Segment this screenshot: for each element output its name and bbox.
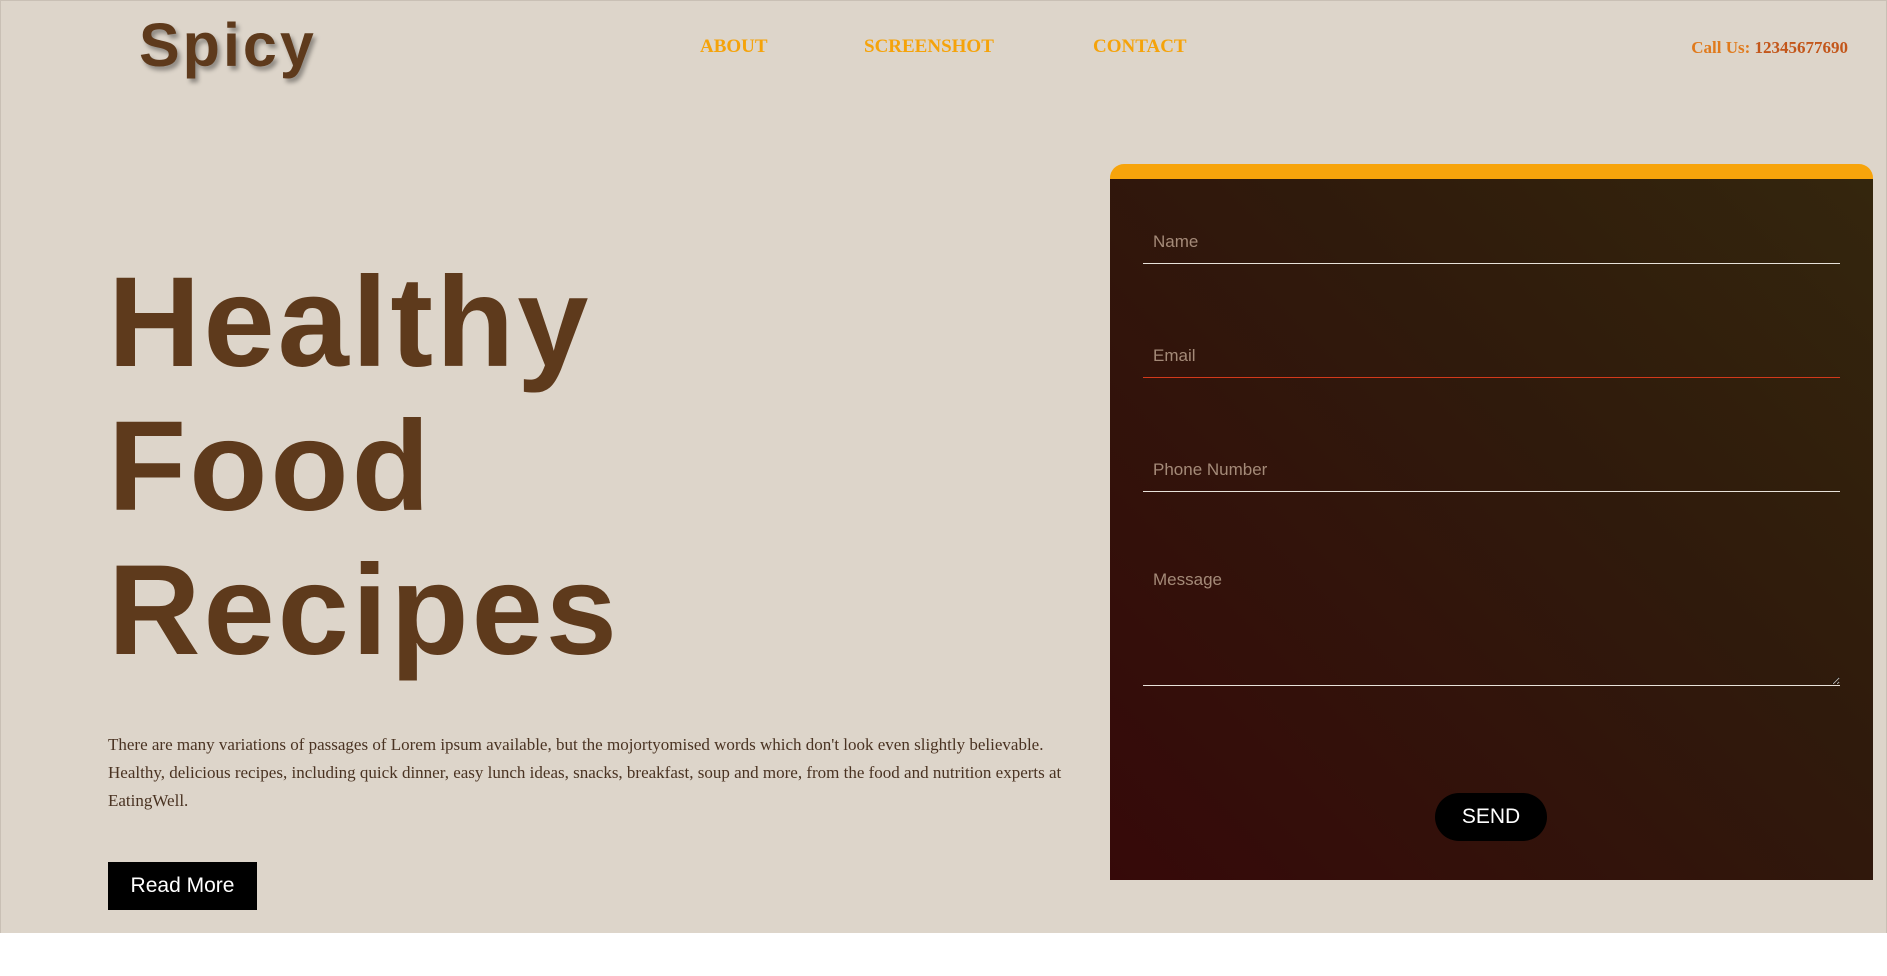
site-logo[interactable]: Spicy — [139, 15, 317, 76]
call-us-label: Call Us: — [1691, 38, 1751, 57]
call-us-number[interactable]: 12345677690 — [1755, 38, 1849, 57]
call-us-info: Call Us: 12345677690 — [1691, 39, 1848, 56]
read-more-button[interactable]: Read More — [108, 862, 257, 910]
hero-title-line: Healthy — [108, 251, 592, 394]
message-textarea[interactable] — [1143, 562, 1840, 686]
name-input[interactable] — [1143, 220, 1840, 264]
nav-link-contact[interactable]: CONTACT — [1093, 37, 1187, 56]
hero-title: Healthy Food Recipes — [108, 251, 620, 683]
email-input[interactable] — [1143, 334, 1840, 378]
nav-link-about[interactable]: ABOUT — [700, 37, 768, 56]
hero-description: There are many variations of passages of… — [108, 735, 1062, 810]
nav-link-screenshot[interactable]: SCREENSHOT — [864, 37, 994, 56]
hero-section: Spicy ABOUT SCREENSHOT CONTACT Call Us: … — [0, 0, 1887, 933]
send-button[interactable]: SEND — [1435, 793, 1547, 841]
phone-number-input[interactable] — [1143, 448, 1840, 492]
contact-form: SEND — [1110, 164, 1873, 880]
hero-title-line: Recipes — [108, 539, 620, 682]
hero-title-line: Food — [108, 395, 433, 538]
